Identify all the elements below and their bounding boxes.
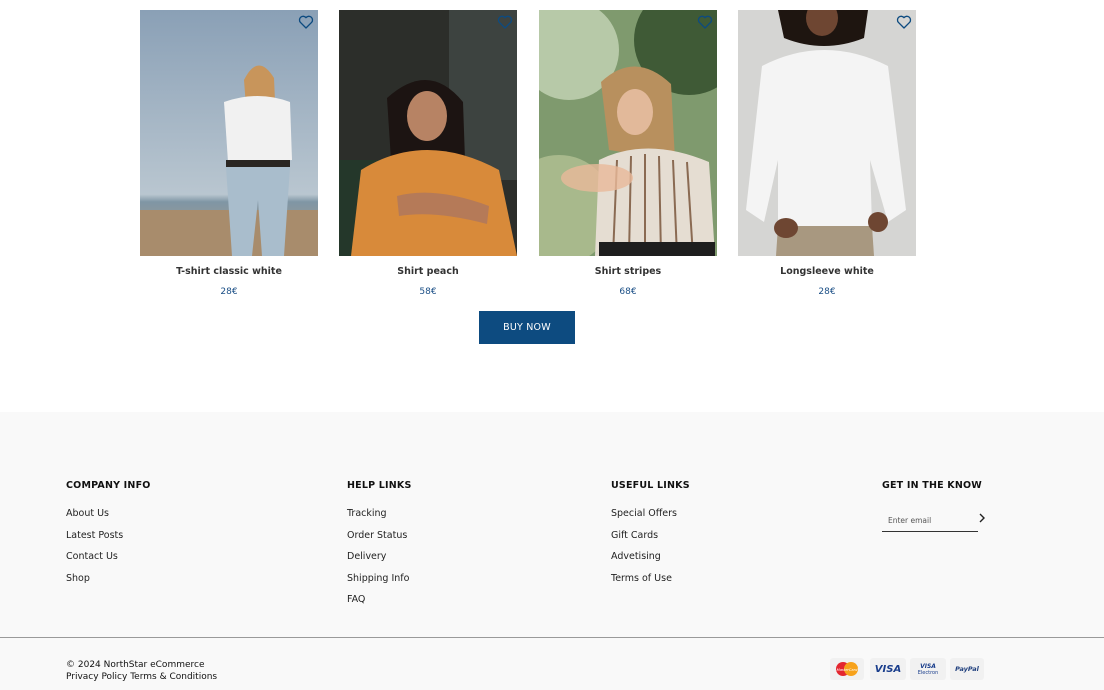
column-heading: COMPANY INFO: [66, 480, 151, 491]
product-price: 58€: [419, 287, 437, 297]
heart-icon[interactable]: [896, 14, 912, 30]
newsletter-form: [882, 508, 986, 532]
visa-electron-text: VISA: [920, 662, 936, 670]
product-name[interactable]: T-shirt classic white: [140, 266, 318, 277]
footer-link-shipping-info[interactable]: Shipping Info: [347, 573, 412, 595]
useful-links-column: USEFUL LINKS Special Offers Gift Cards A…: [611, 480, 690, 594]
company-info-column: COMPANY INFO About Us Latest Posts Conta…: [66, 480, 151, 594]
visa-text: VISA: [874, 663, 902, 675]
product-image[interactable]: [738, 10, 916, 256]
mastercard-logo: MasterCard: [830, 658, 864, 680]
footer-link-advetising[interactable]: Advetising: [611, 551, 690, 573]
column-heading: HELP LINKS: [347, 480, 412, 491]
site-footer: COMPANY INFO About Us Latest Posts Conta…: [0, 412, 1104, 690]
product-name[interactable]: Longsleeve white: [738, 266, 916, 277]
footer-link-special-offers[interactable]: Special Offers: [611, 508, 690, 530]
paypal-text: PayPal: [955, 665, 979, 673]
heart-icon[interactable]: [497, 14, 513, 30]
product-image[interactable]: [539, 10, 717, 256]
photo-woman-beach: [140, 10, 318, 256]
electron-text: Electron: [917, 669, 939, 676]
terms-link[interactable]: Terms & Conditions: [130, 672, 217, 682]
footer-link-delivery[interactable]: Delivery: [347, 551, 412, 573]
photo-woman-striped-shirt: [539, 10, 717, 256]
copyright-text: © 2024 NorthStar eCommerce: [66, 660, 205, 670]
buy-now-button[interactable]: BUY NOW: [479, 311, 575, 344]
photo-woman-white-sweatshirt: [738, 10, 916, 256]
footer-link-tracking[interactable]: Tracking: [347, 508, 412, 530]
footer-link-gift-cards[interactable]: Gift Cards: [611, 530, 690, 552]
photo-woman-peach-shirt: [339, 10, 517, 256]
product-price: 28€: [818, 287, 836, 297]
legal-links: Privacy Policy Terms & Conditions: [66, 671, 217, 683]
product-image[interactable]: [339, 10, 517, 256]
heart-icon[interactable]: [697, 14, 713, 30]
footer-link-order-status[interactable]: Order Status: [347, 530, 412, 552]
product-section: T-shirt classic white 28€ Shirt peach 58…: [0, 0, 1104, 412]
email-input[interactable]: [882, 510, 978, 532]
chevron-right-icon[interactable]: [978, 513, 986, 523]
product-name[interactable]: Shirt peach: [339, 266, 517, 277]
product-card[interactable]: Shirt peach 58€: [339, 10, 517, 297]
visa-electron-logo: VISA Electron: [910, 658, 946, 680]
column-heading: USEFUL LINKS: [611, 480, 690, 491]
footer-link-about-us[interactable]: About Us: [66, 508, 151, 530]
footer-link-latest-posts[interactable]: Latest Posts: [66, 530, 151, 552]
column-heading: GET IN THE KNOW: [882, 480, 982, 491]
footer-link-contact-us[interactable]: Contact Us: [66, 551, 151, 573]
footer-link-faq[interactable]: FAQ: [347, 594, 412, 616]
product-card[interactable]: Shirt stripes 68€: [539, 10, 717, 297]
footer-link-shop[interactable]: Shop: [66, 573, 151, 595]
product-card[interactable]: Longsleeve white 28€: [738, 10, 916, 297]
privacy-policy-link[interactable]: Privacy Policy: [66, 672, 127, 682]
footer-link-terms-of-use[interactable]: Terms of Use: [611, 573, 690, 595]
paypal-logo: PayPal: [950, 658, 984, 680]
heart-icon[interactable]: [298, 14, 314, 30]
product-price: 28€: [220, 287, 238, 297]
help-links-column: HELP LINKS Tracking Order Status Deliver…: [347, 480, 412, 616]
visa-logo: VISA: [870, 658, 906, 680]
mastercard-text: MasterCard: [837, 668, 858, 672]
footer-divider: [0, 637, 1104, 638]
newsletter-column: GET IN THE KNOW: [882, 480, 986, 532]
product-price: 68€: [619, 287, 637, 297]
product-name[interactable]: Shirt stripes: [539, 266, 717, 277]
product-image[interactable]: [140, 10, 318, 256]
product-card[interactable]: T-shirt classic white 28€: [140, 10, 318, 297]
